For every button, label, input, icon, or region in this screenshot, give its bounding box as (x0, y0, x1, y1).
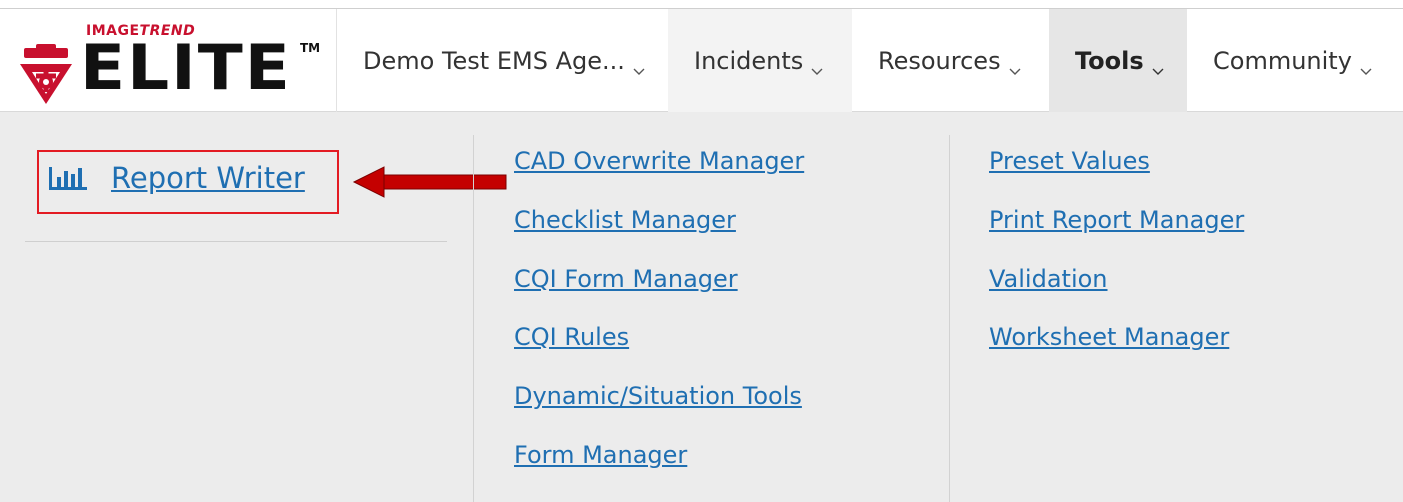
nav-community-dropdown[interactable]: Community (1187, 9, 1397, 112)
link-form-manager[interactable]: Form Manager (514, 441, 687, 469)
link-worksheet-manager[interactable]: Worksheet Manager (989, 323, 1229, 351)
main-navbar: IMAGETREND ELITE TM Demo Test EMS Age...… (0, 9, 1403, 112)
link-validation[interactable]: Validation (989, 265, 1108, 293)
section-divider (25, 241, 447, 242)
top-border (0, 0, 1403, 9)
chevron-down-icon (811, 55, 823, 75)
nav-incidents-label: Incidents (694, 46, 804, 75)
link-preset-values[interactable]: Preset Values (989, 147, 1150, 175)
nav-community-label: Community (1213, 46, 1352, 75)
link-checklist-manager[interactable]: Checklist Manager (514, 206, 736, 234)
elite-emblem-icon (20, 44, 72, 104)
nav-tools-label: Tools (1075, 46, 1144, 75)
nav-agency-dropdown[interactable]: Demo Test EMS Age... (336, 9, 668, 112)
bar-chart-icon (49, 167, 87, 190)
nav-resources-label: Resources (878, 46, 1001, 75)
report-writer-label: Report Writer (111, 161, 305, 195)
nav-agency-label: Demo Test EMS Age... (363, 46, 625, 75)
chevron-down-icon (1360, 55, 1372, 75)
chevron-down-icon (633, 55, 645, 75)
link-cqi-form-manager[interactable]: CQI Form Manager (514, 265, 738, 293)
link-print-report-manager[interactable]: Print Report Manager (989, 206, 1244, 234)
trademark: TM (300, 41, 321, 55)
link-dynamic-situation-tools[interactable]: Dynamic/Situation Tools (514, 382, 802, 410)
column-divider (949, 135, 950, 502)
chevron-down-icon (1009, 55, 1021, 75)
imagetrend-elite-logo[interactable]: IMAGETREND ELITE TM (12, 9, 332, 112)
link-cqi-rules[interactable]: CQI Rules (514, 323, 629, 351)
brand-elite: ELITE (80, 30, 292, 105)
red-arrow-annotation (352, 166, 507, 198)
nav-resources-dropdown[interactable]: Resources (852, 9, 1049, 112)
link-cad-overwrite-manager[interactable]: CAD Overwrite Manager (514, 147, 804, 175)
tools-dropdown-panel: Report Writer CAD Overwrite Manager Chec… (0, 113, 1403, 502)
nav-incidents-dropdown[interactable]: Incidents (668, 9, 852, 112)
chevron-down-icon (1152, 55, 1164, 75)
column-divider (473, 135, 474, 502)
nav-tools-dropdown[interactable]: Tools (1049, 9, 1187, 112)
report-writer-link[interactable]: Report Writer (48, 161, 305, 195)
